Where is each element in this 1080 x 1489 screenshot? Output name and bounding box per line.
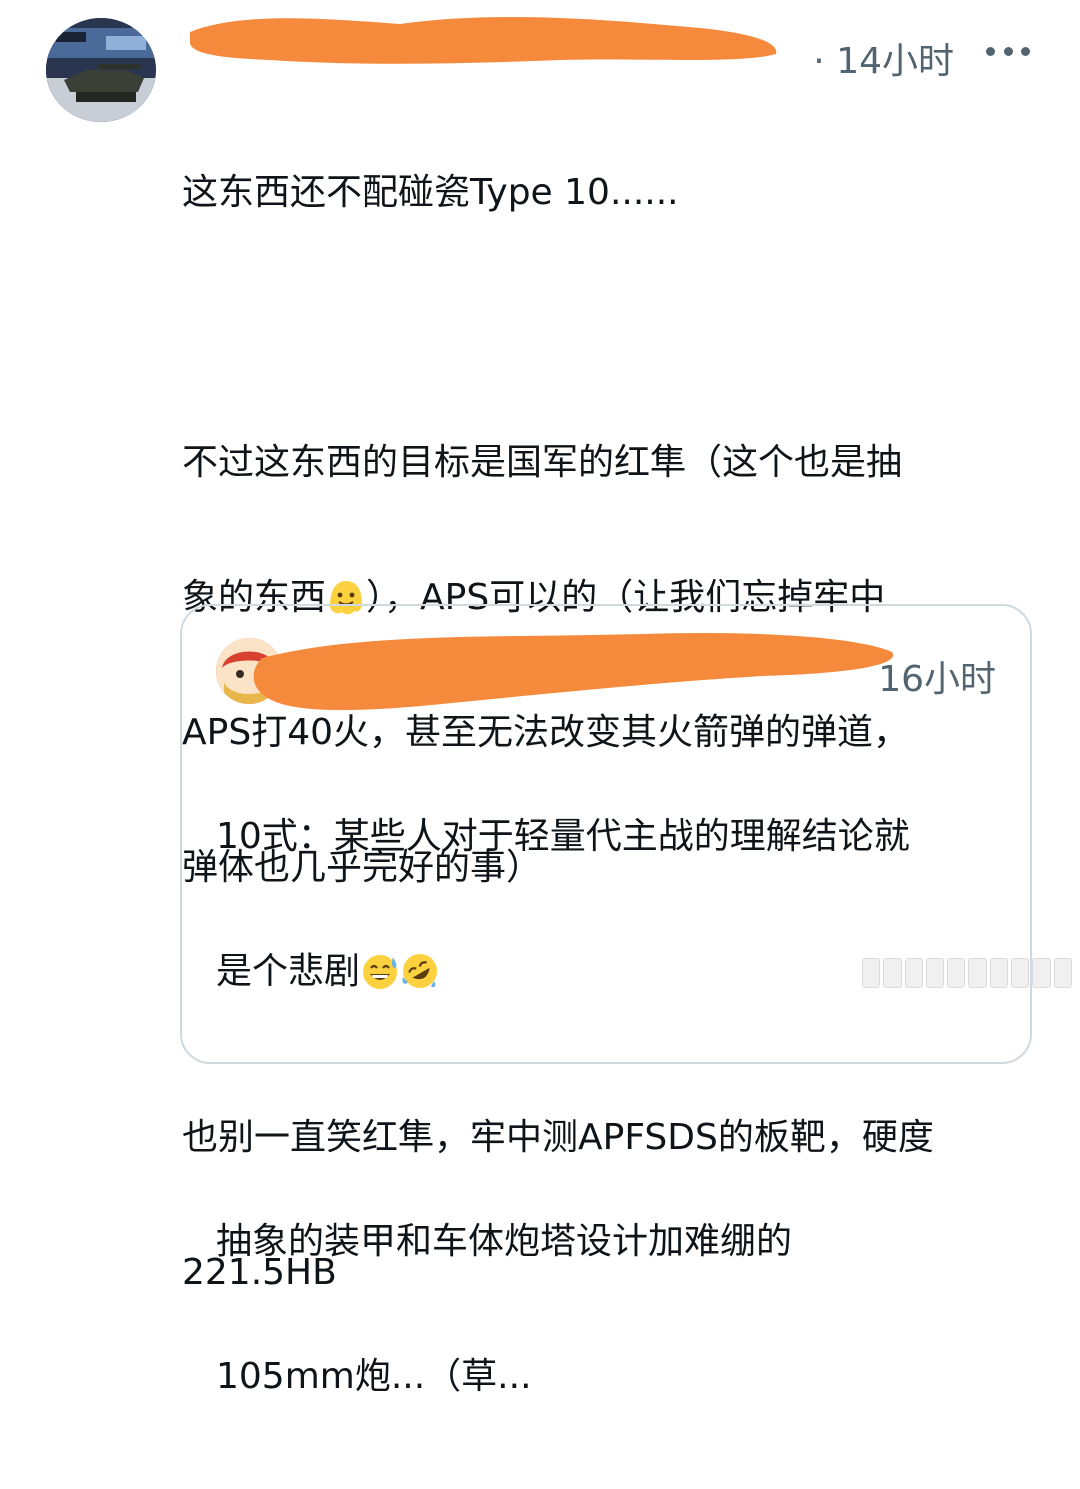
redaction-mark [253,632,894,711]
more-icon[interactable] [986,36,1030,66]
redaction-mark [190,16,777,64]
quoted-line [216,1084,1006,1129]
quoted-post-body: 10式：某些人对于轻量代主战的理解结论就 是个悲剧 抽象的装甲和车体炮塔设计加难… [216,724,1006,1489]
post-timestamp[interactable]: · 14小时 [813,32,954,84]
quoted-post-timestamp[interactable]: 16小时 [878,650,996,702]
post-header: · 14小时 [180,14,1040,82]
quoted-line: 10式：某些人对于轻量代主战的理解结论就 [216,816,910,857]
grinning-sweat-icon [360,951,400,991]
user-avatar[interactable] [46,18,156,122]
quoted-line-part: 是个悲剧 [216,951,361,992]
watermark-strip [862,958,1072,988]
quoted-line: 105mm炮...（草... [216,1356,532,1397]
quoted-line: 抽象的装甲和车体炮塔设计加难绷的 [216,1221,793,1262]
post-line: 不过这东西的目标是国军的红隼（这个也是抽 [182,442,903,483]
time-separator: · [813,41,825,82]
post-line [182,305,1042,350]
quoted-post-card[interactable]: 16小时 10式：某些人对于轻量代主战的理解结论就 是个悲剧 抽象的装甲和车体炮… [180,604,1032,1397]
post-line: 这东西还不配碰瓷Type 10...... [182,172,679,213]
timestamp-text: 14小时 [836,41,954,82]
rolling-laughing-icon [400,951,440,991]
